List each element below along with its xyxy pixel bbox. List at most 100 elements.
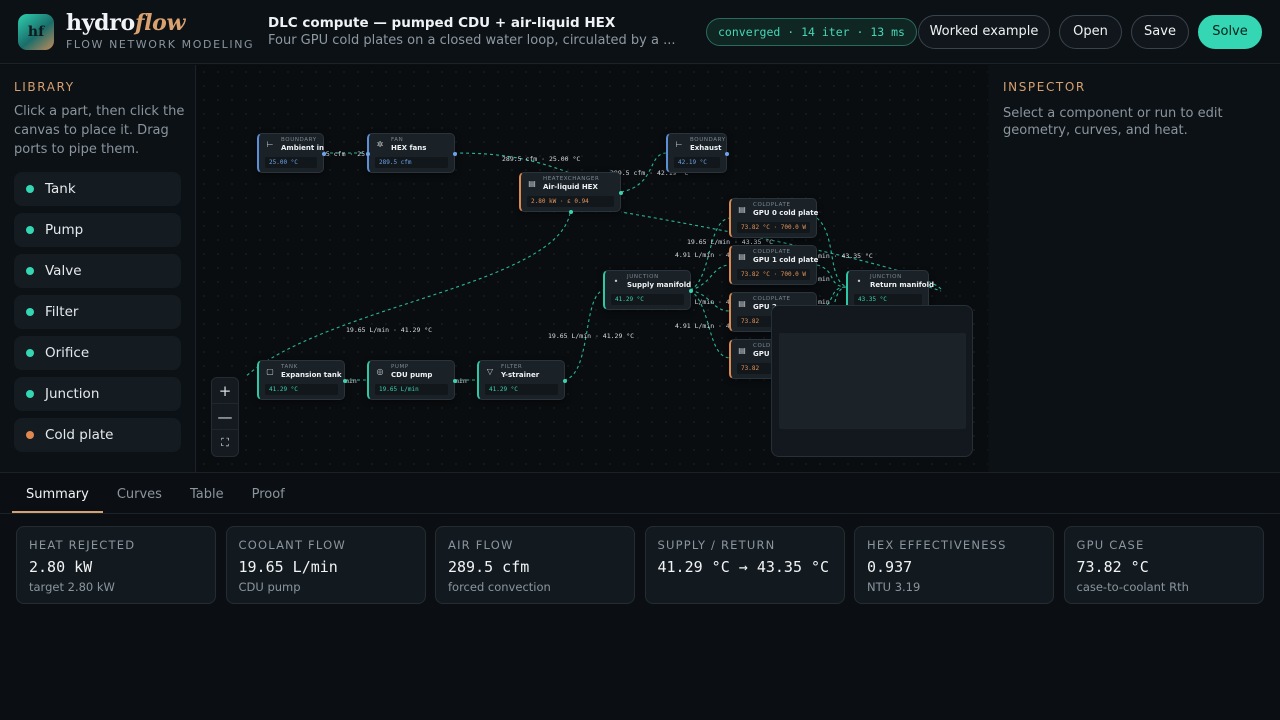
node-value: 19.65 L/min	[375, 384, 448, 395]
node-name: Ambient in	[281, 144, 325, 152]
node-name: Air-liquid HEX	[543, 183, 598, 191]
minimap[interactable]	[771, 305, 973, 457]
component-dot-icon	[26, 349, 34, 357]
component-dot-icon	[26, 226, 34, 234]
node-name: Expansion tank	[281, 371, 342, 379]
library-item-junction[interactable]: Junction	[14, 377, 181, 411]
tab-curves[interactable]: Curves	[103, 473, 176, 513]
node-air-liquid-hex[interactable]: ▤ HEATEXCHANGER Air-liquid HEX 2.80 kW ·…	[519, 172, 623, 214]
outlet-port[interactable]	[725, 152, 729, 156]
library-item-pump[interactable]: Pump	[14, 213, 181, 247]
node-gpu1-cold-plate[interactable]: ▤ COLDPLATE GPU 1 cold plate 73.82 °C · …	[729, 245, 818, 285]
node-value: 43.35 °C	[854, 294, 922, 305]
outlet-port[interactable]	[689, 289, 693, 293]
metric-subtext: CDU pump	[238, 580, 301, 594]
fit-view-button[interactable]: ⛶	[212, 430, 238, 456]
node-type: TANK	[281, 364, 298, 370]
results-panel: Summary Curves Table Proof HEAT REJECTED 2.8…	[0, 472, 1280, 720]
tab-summary[interactable]: Summary	[12, 473, 103, 513]
library-list: Tank Pump Valve Filter Orifice Junction Cold p…	[14, 172, 181, 459]
network-canvas[interactable]: 25 cfm · 25.00 289.5 cfm · 25.00 °C 289.…	[197, 65, 988, 472]
library-item-label: Tank	[45, 181, 76, 197]
component-dot-icon	[26, 267, 34, 275]
metric-card: HEAT REJECTED 2.80 kW target 2.80 kW	[16, 526, 216, 604]
node-exhaust[interactable]: ⊢ BOUNDARY Exhaust 42.19 °C	[666, 133, 729, 173]
library-item-label: Junction	[45, 386, 100, 402]
save-button[interactable]: Save	[1131, 15, 1189, 49]
app-logo[interactable]: hf	[18, 14, 54, 50]
component-dot-icon	[26, 431, 34, 439]
fan-icon: ✲	[376, 140, 384, 149]
document-title: DLC compute — pumped CDU + air-liquid HE…	[268, 15, 616, 31]
node-type: FILTER	[501, 364, 523, 370]
metric-subtext: forced convection	[448, 580, 551, 594]
outlet-port[interactable]	[453, 152, 457, 156]
library-item-orifice[interactable]: Orifice	[14, 336, 181, 370]
node-name: Supply manifold	[627, 281, 692, 289]
library-item-filter[interactable]: Filter	[14, 295, 181, 329]
zoom-in-button[interactable]: +	[212, 378, 238, 404]
zoom-controls: + — ⛶	[211, 377, 239, 457]
inspector-title: INSPECTOR	[1003, 80, 1086, 94]
node-return-manifold[interactable]: • JUNCTION Return manifold 43.35 °C	[846, 270, 934, 310]
inspector-hint: Select a component or run to edit geomet…	[1003, 106, 1223, 138]
tab-table[interactable]: Table	[176, 473, 238, 513]
flow-label: 19.65 L/min · 41.29 °C	[548, 332, 634, 340]
solve-button[interactable]: Solve	[1198, 15, 1262, 49]
library-item-label: Filter	[45, 304, 79, 320]
library-item-label: Pump	[45, 222, 84, 238]
cold-plate-icon: ▤	[738, 299, 746, 308]
worked-example-button[interactable]: Worked example	[918, 15, 1050, 49]
outlet-port[interactable]	[563, 379, 567, 383]
zoom-out-button[interactable]: —	[212, 404, 238, 430]
node-expansion-tank[interactable]: ▢ TANK Expansion tank 41.29 °C	[257, 360, 347, 400]
brand-subtitle: FLOW NETWORK MODELING	[66, 38, 255, 51]
brand-name: hydroflow	[66, 10, 254, 36]
node-name: Exhaust	[690, 144, 722, 152]
node-type: COLDPLATE	[753, 202, 791, 208]
boundary-icon: ⊢	[266, 140, 274, 149]
node-supply-manifold[interactable]: • JUNCTION Supply manifold 41.29 °C	[603, 270, 693, 310]
metric-subtext: target 2.80 kW	[29, 580, 115, 594]
metric-label: GPU CASE	[1076, 538, 1145, 552]
library-item-label: Valve	[45, 263, 82, 279]
junction-icon: •	[613, 277, 619, 286]
node-value: 25.00 °C	[265, 157, 317, 168]
open-button[interactable]: Open	[1059, 15, 1122, 49]
node-name: GPU 0 cold plate	[753, 209, 819, 217]
library-item-label: Cold plate	[45, 427, 114, 443]
tab-proof[interactable]: Proof	[238, 473, 299, 513]
outlet-port[interactable]	[322, 152, 326, 156]
document-description: Four GPU cold plates on a closed water l…	[268, 33, 676, 48]
inspector-panel: INSPECTOR Select a component or run to e…	[989, 65, 1280, 472]
outlet-port[interactable]	[569, 210, 573, 214]
node-cdu-pump[interactable]: ◎ PUMP CDU pump 19.65 L/min	[367, 360, 457, 400]
metric-value: 19.65 L/min	[238, 558, 338, 576]
inlet-port[interactable]	[366, 152, 370, 156]
minimap-viewport[interactable]	[779, 333, 966, 429]
flow-label: 19.65 L/min · 41.29 °C	[346, 326, 432, 334]
outlet-port[interactable]	[453, 379, 457, 383]
summary-cards: HEAT REJECTED 2.80 kW target 2.80 kW COOLAN…	[16, 526, 1273, 604]
node-y-strainer[interactable]: ▽ FILTER Y-strainer 41.29 °C	[477, 360, 567, 400]
node-type: PUMP	[391, 364, 409, 370]
library-item-tank[interactable]: Tank	[14, 172, 181, 206]
app-header: hf hydroflow FLOW NETWORK MODELING DLC c…	[0, 0, 1280, 64]
node-type: FAN	[391, 137, 404, 143]
node-ambient-in[interactable]: ⊢ BOUNDARY Ambient in 25.00 °C	[257, 133, 326, 173]
node-gpu0-cold-plate[interactable]: ▤ COLDPLATE GPU 0 cold plate 73.82 °C · …	[729, 198, 819, 238]
component-dot-icon	[26, 390, 34, 398]
metric-value: 289.5 cfm	[448, 558, 530, 576]
node-value: 73.82 °C · 700.0 W	[737, 222, 810, 233]
outlet-port[interactable]	[619, 191, 623, 195]
cold-plate-icon: ▤	[738, 252, 746, 261]
node-hex-fans[interactable]: ✲ FAN HEX fans 289.5 cfm	[366, 133, 457, 173]
outlet-port[interactable]	[343, 379, 347, 383]
library-hint: Click a part, then click the canvas to p…	[14, 104, 185, 157]
cold-plate-icon: ▤	[738, 205, 746, 214]
metric-card: COOLANT FLOW 19.65 L/min CDU pump	[225, 526, 426, 604]
brand: hydroflow FLOW NETWORK MODELING	[66, 10, 254, 51]
pipe-hex-tank[interactable]	[244, 212, 571, 378]
library-item-cold-plate[interactable]: Cold plate	[14, 418, 181, 452]
library-item-valve[interactable]: Valve	[14, 254, 181, 288]
